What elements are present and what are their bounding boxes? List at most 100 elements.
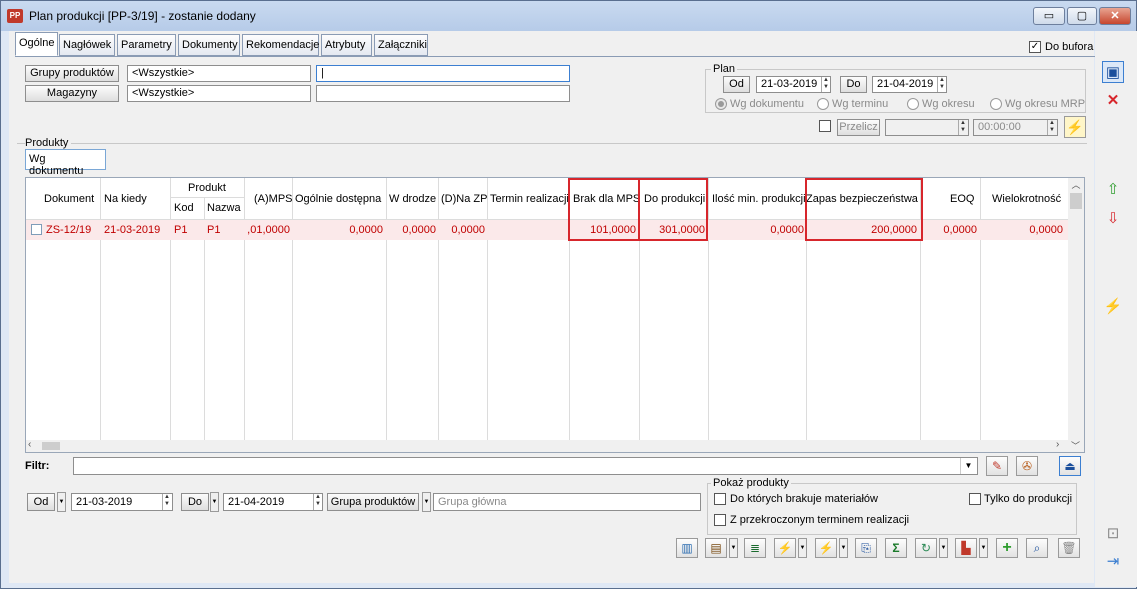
sum-icon[interactable]: Σ [885,538,907,558]
magazyny-extra-field[interactable] [316,85,570,102]
do-bufora-checkbox[interactable]: ✓ [1029,41,1041,53]
horizontal-scroll-thumb[interactable] [42,442,60,450]
col-ilosc-min-produkcji[interactable]: Ilość min. produkcji [712,193,806,205]
row-select-checkbox[interactable] [31,224,42,235]
bottom-do-dropdown-icon[interactable]: ▼ [210,492,219,512]
vertical-scrollbar[interactable]: ︿ [1068,178,1084,440]
przelicz-time-spinner[interactable]: ▲ ▼ [1047,120,1056,135]
delete-icon[interactable]: 🗑 [1058,538,1080,558]
col-na-kiedy[interactable]: Na kiedy [104,193,147,205]
col-kod[interactable]: Kod [174,202,194,214]
lock-icon[interactable]: ⊡ [1102,523,1124,545]
bottom-od-date[interactable]: 21-03-2019 [71,493,173,511]
save-icon[interactable]: ▣ [1102,61,1124,83]
tab-naglowek[interactable]: Nagłówek [59,34,115,56]
col-termin-realizacji[interactable]: Termin realizacji [490,193,569,205]
col-produkt[interactable]: Produkt [170,182,244,194]
refresh-dropdown-icon[interactable]: ▼ [939,538,948,558]
tylko-do-produkcji-checkbox[interactable] [969,493,981,505]
tab-atrybuty[interactable]: Atrybuty [321,34,372,56]
tab-zalaczniki[interactable]: Załączniki [374,34,428,56]
generate-green-dropdown-icon[interactable]: ▼ [839,538,848,558]
przekroczony-termin-checkbox[interactable] [714,514,726,526]
brakuje-materialow-checkbox[interactable] [714,493,726,505]
grupy-produktow-button[interactable]: Grupy produktów [25,65,119,82]
col-na-zp[interactable]: (D)Na ZP [441,193,487,205]
wg-dokumentu-subtab[interactable]: Wg dokumentu [25,149,106,177]
przelicz-time-field[interactable]: 00:00:00 [973,119,1058,136]
maximize-button[interactable]: ▢ [1067,7,1097,25]
plan-od-button[interactable]: Od [723,76,750,93]
cancel-icon[interactable]: ✕ [1102,90,1124,112]
lightning-help-icon[interactable]: ⚡ [1064,116,1086,138]
col-dokument[interactable]: Dokument [44,193,94,205]
filtr-input[interactable] [73,457,978,475]
radio-wg-okresu-mrp[interactable] [990,98,1002,110]
minimize-button[interactable]: ▭ [1033,7,1065,25]
horizontal-scrollbar[interactable]: ‹ › ﹀ [26,439,1084,452]
search-icon[interactable]: ⌕ [1026,538,1048,558]
generate-icon[interactable]: ⚡ [774,538,796,558]
bottom-do-spinner[interactable]: ▲ ▼ [313,494,322,510]
plan-do-button[interactable]: Do [840,76,867,93]
przelicz-checkbox[interactable] [819,120,831,132]
film-dropdown-icon[interactable]: ▼ [729,538,738,558]
grupa-produktow-button[interactable]: Grupa produktów [327,493,419,511]
radio-wg-dokumentu[interactable] [715,98,727,110]
document-export-icon[interactable]: ⎘ [855,538,877,558]
filtr-dropdown-icon[interactable]: ▼ [960,458,976,474]
tab-rekomendacje[interactable]: Rekomendacje [242,34,319,56]
scroll-up-icon[interactable]: ︿ [1068,178,1084,191]
filtr-edit-icon[interactable]: ✎ [986,456,1008,476]
pin-icon[interactable]: ⇥ [1102,551,1124,573]
vertical-scroll-thumb[interactable] [1070,193,1082,209]
plan-do-date[interactable]: 21-04-2019 [872,76,947,93]
bottom-od-button[interactable]: Od [27,493,55,511]
grupy-produktow-extra-field[interactable]: | [316,65,570,82]
przelicz-date-field[interactable] [885,119,969,136]
import-down-icon[interactable]: ⇩ [1102,208,1124,230]
scroll-down-icon[interactable]: ﹀ [1071,439,1080,452]
col-eoq[interactable]: EOQ [950,193,974,205]
tab-parametry[interactable]: Parametry [117,34,176,56]
tab-ogolne[interactable]: Ogólne [15,32,58,56]
scroll-right-icon[interactable]: › [1056,439,1059,450]
magazyny-field[interactable]: <Wszystkie> [127,85,311,102]
add-icon[interactable]: + [996,538,1018,558]
generate-dropdown-icon[interactable]: ▼ [798,538,807,558]
magazyny-button[interactable]: Magazyny [25,85,119,102]
lightning-icon[interactable]: ⚡ [1102,296,1124,318]
filtr-expand-icon[interactable]: ⏏ [1059,456,1081,476]
plan-do-spinner[interactable]: ▲ ▼ [937,77,946,92]
przelicz-button[interactable]: Przelicz [837,119,880,136]
plan-od-spinner[interactable]: ▲ ▼ [821,77,830,92]
close-button[interactable]: ✕ [1099,7,1131,25]
refresh-icon[interactable]: ↻ [915,538,937,558]
tab-dokumenty[interactable]: Dokumenty [178,34,240,56]
plan-od-date[interactable]: 21-03-2019 [756,76,831,93]
filtr-wrench-icon[interactable]: ✇ [1016,456,1038,476]
generate-green-icon[interactable]: ⚡ [815,538,837,558]
col-wielokrotnosc[interactable]: Wielokrotność [992,193,1061,205]
film-icon[interactable]: ▤ [705,538,727,558]
report-icon[interactable]: ▙ [955,538,977,558]
bottom-od-spinner[interactable]: ▲ ▼ [162,494,171,510]
export-up-icon[interactable]: ⇧ [1102,179,1124,201]
grupy-produktow-field[interactable]: <Wszystkie> [127,65,311,82]
col-w-drodze[interactable]: W drodze [389,193,436,205]
grupa-dropdown-icon[interactable]: ▼ [422,492,431,512]
bottom-do-button[interactable]: Do [181,493,209,511]
chart-icon[interactable]: ▥ [676,538,698,558]
bottom-do-date[interactable]: 21-04-2019 [223,493,323,511]
col-a-mps[interactable]: (A)MPS [254,193,293,205]
col-nazwa[interactable]: Nazwa [207,202,241,214]
report-dropdown-icon[interactable]: ▼ [979,538,988,558]
radio-wg-okresu[interactable] [907,98,919,110]
przelicz-date-spinner[interactable]: ▲ ▼ [958,120,967,135]
col-ogolnie-dostepna[interactable]: Ogólnie dostępna [295,193,381,205]
scroll-left-icon[interactable]: ‹ [28,439,31,450]
bottom-od-dropdown-icon[interactable]: ▼ [57,492,66,512]
list-icon[interactable]: ≣ [744,538,766,558]
radio-wg-terminu[interactable] [817,98,829,110]
grupa-produktow-field[interactable]: Grupa główna [433,493,701,511]
